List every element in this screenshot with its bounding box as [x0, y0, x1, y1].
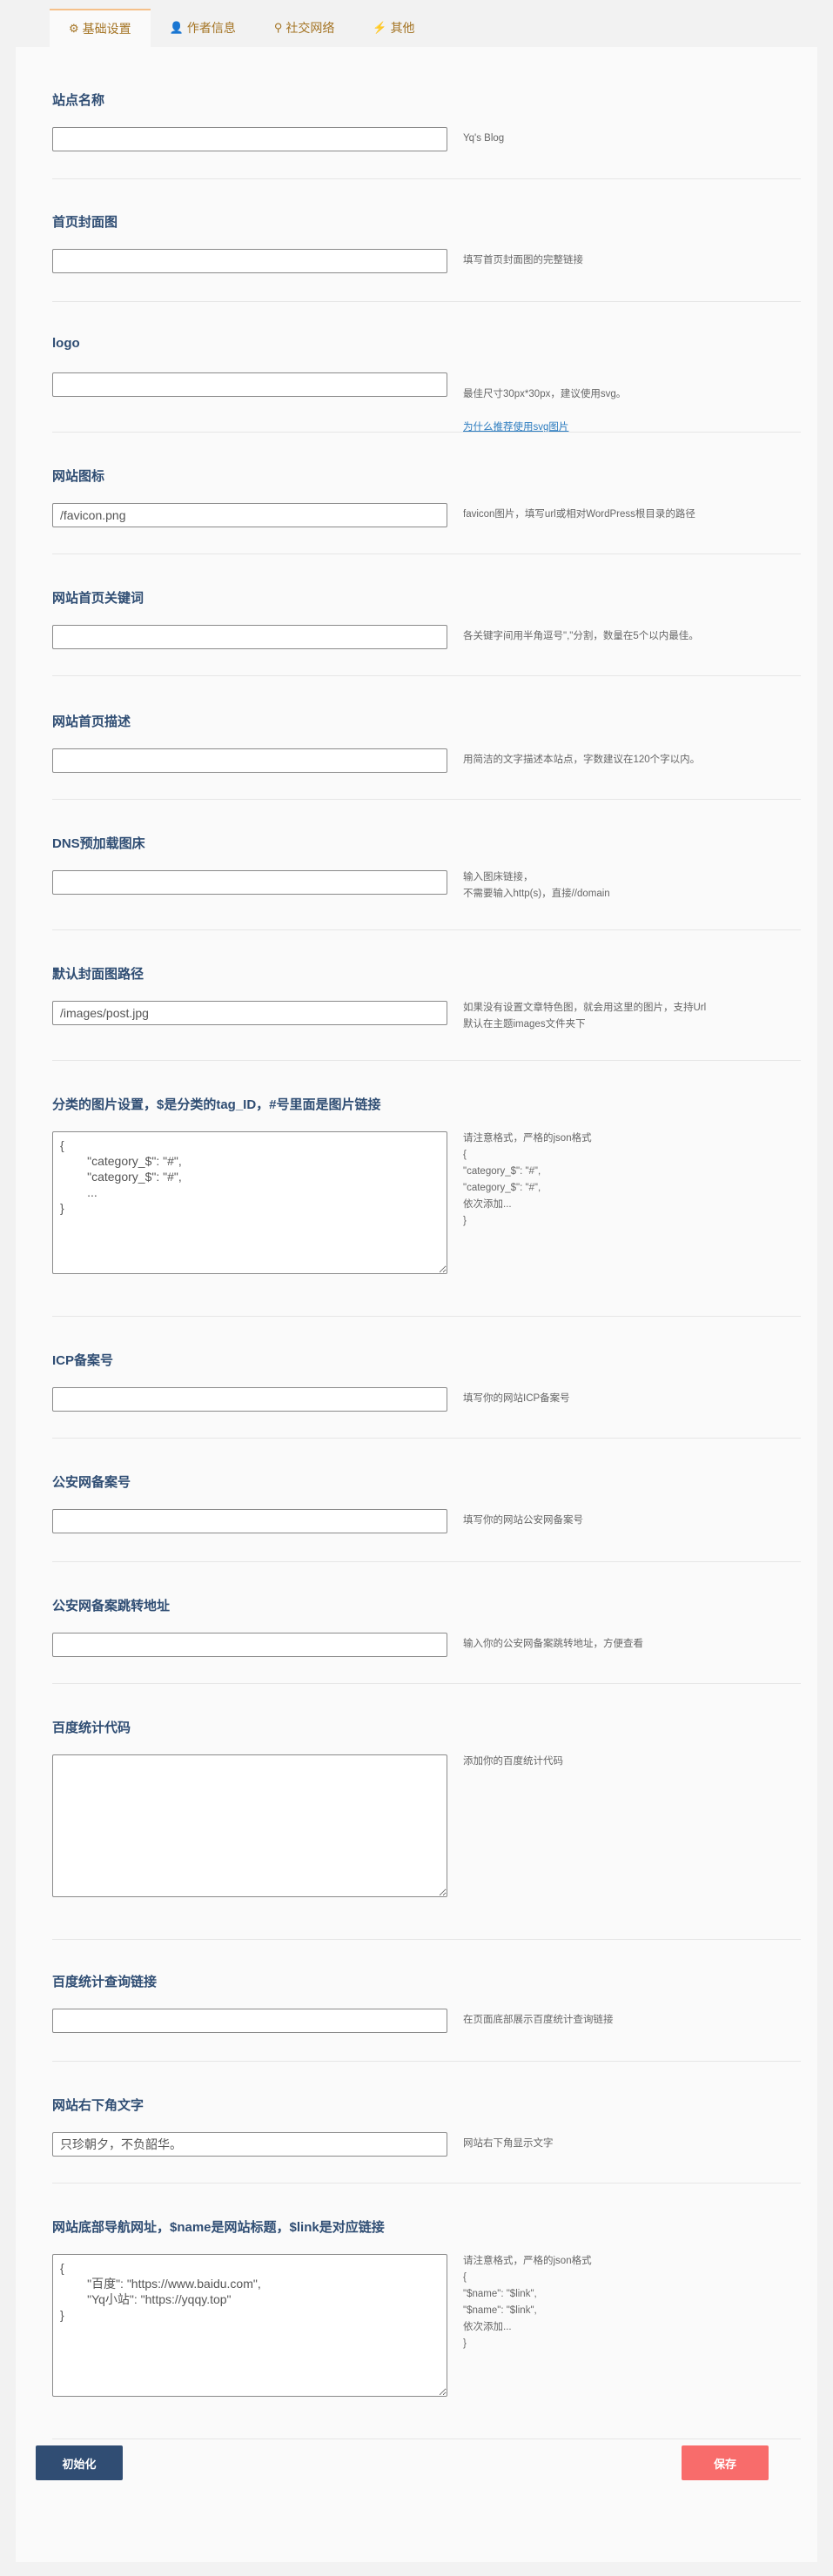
divider [52, 2183, 801, 2184]
field-baidu-stats-link: 百度统计查询链接 在页面底部展示百度统计查询链接 [52, 1972, 801, 2033]
field-footer-nav: 网站底部导航网址，$name是网站标题，$link是对应链接 { "百度": "… [52, 2217, 801, 2397]
divider [52, 178, 801, 179]
baidu-stats-code-textarea[interactable] [52, 1754, 447, 1897]
site-name-input[interactable] [52, 127, 447, 151]
divider [52, 675, 801, 676]
field-description: 网站右下角显示文字 [463, 2138, 554, 2149]
field-label: DNS预加载图床 [52, 836, 145, 851]
divider [52, 553, 801, 554]
field-site-name: 站点名称 Yq's Blog [52, 91, 801, 151]
favicon-input[interactable] [52, 503, 447, 527]
field-label: 网站首页描述 [52, 714, 131, 729]
field-description: 填写你的网站ICP备案号 [463, 1393, 570, 1404]
field-label: 分类的图片设置，$是分类的tag_ID，#号里面是图片链接 [52, 1097, 381, 1112]
footer-nav-textarea[interactable]: { "百度": "https://www.baidu.com", "Yq小站":… [52, 2254, 447, 2397]
field-label: 百度统计查询链接 [52, 1975, 158, 1989]
field-favicon: 网站图标 favicon图片，填写url或相对WordPress根目录的路径 [52, 466, 801, 527]
divider [52, 2061, 801, 2062]
divider [52, 432, 801, 433]
field-label: 站点名称 [52, 93, 105, 108]
logo-description-text: 最佳尺寸30px*30px，建议使用svg。 [463, 389, 627, 399]
field-icp: ICP备案号 填写你的网站ICP备案号 [52, 1351, 801, 1412]
reset-button[interactable]: 初始化 [36, 2445, 123, 2480]
field-description: 各关键字间用半角逗号","分割，数量在5个以内最佳。 [463, 631, 699, 641]
share-icon: ⚲ [273, 21, 283, 34]
divider [52, 929, 801, 930]
field-description: 如果没有设置文章特色图，就会用这里的图片，支持Url 默认在主题images文件… [463, 1003, 707, 1030]
divider [52, 1939, 801, 1940]
field-description: 填写首页封面图的完整链接 [463, 255, 583, 265]
settings-tabs: ⚙ 基础设置 👤 作者信息 ⚲ 社交网络 ⚡ 其他 [50, 9, 434, 47]
divider [52, 1561, 801, 1562]
category-images-textarea[interactable]: { "category_$": "#", "category_$": "#", … [52, 1131, 447, 1274]
bolt-icon: ⚡ [373, 21, 387, 34]
field-label: 网站首页关键词 [52, 591, 144, 606]
field-description: Yq's Blog [463, 133, 505, 144]
divider [52, 1438, 801, 1439]
field-label: 首页封面图 [52, 215, 118, 230]
tab-label: 作者信息 [186, 21, 236, 35]
divider [52, 301, 801, 302]
divider [52, 1060, 801, 1061]
field-description: 添加你的百度统计代码 [463, 1756, 563, 1767]
field-label: 公安网备案号 [52, 1475, 131, 1490]
dns-prefetch-input[interactable] [52, 870, 447, 895]
tab-label: 社交网络 [286, 21, 335, 35]
field-home-cover: 首页封面图 填写首页封面图的完整链接 [52, 212, 801, 273]
police-record-url-input[interactable] [52, 1633, 447, 1657]
tab-social-network[interactable]: ⚲ 社交网络 [255, 9, 354, 47]
divider [52, 2438, 801, 2439]
field-label: 公安网备案跳转地址 [52, 1599, 171, 1613]
tab-label: 基础设置 [82, 22, 131, 36]
field-description: 请注意格式，严格的json格式 { "category_$": "#", "ca… [463, 1133, 592, 1226]
tab-label: 其他 [390, 21, 415, 35]
tab-basic-settings[interactable]: ⚙ 基础设置 [50, 9, 151, 47]
logo-input[interactable] [52, 372, 447, 397]
field-description: 填写你的网站公安网备案号 [463, 1515, 583, 1526]
field-description: 请注意格式，严格的json格式 { "$name": "$link", "$na… [463, 2256, 592, 2349]
field-corner-text: 网站右下角文字 网站右下角显示文字 [52, 2096, 801, 2157]
police-record-input[interactable] [52, 1509, 447, 1533]
field-default-cover: 默认封面图路径 如果没有设置文章特色图，就会用这里的图片，支持Url 默认在主题… [52, 964, 801, 1030]
field-label: 百度统计代码 [52, 1721, 131, 1735]
field-description: 输入图床链接， 不需要输入http(s)，直接//domain [463, 872, 610, 899]
field-label: logo [52, 336, 80, 351]
field-description: 在页面底部展示百度统计查询链接 [463, 2015, 614, 2025]
tab-other[interactable]: ⚡ 其他 [353, 9, 433, 47]
icp-input[interactable] [52, 1387, 447, 1412]
divider [52, 1316, 801, 1317]
field-description: favicon图片，填写url或相对WordPress根目录的路径 [463, 509, 695, 520]
field-description: 最佳尺寸30px*30px，建议使用svg。 为什么推荐使用svg图片 [463, 370, 794, 436]
field-home-description: 网站首页描述 用简洁的文字描述本站点，字数建议在120个字以内。 [52, 712, 801, 773]
field-dns-prefetch: DNS预加载图床 输入图床链接， 不需要输入http(s)，直接//domain [52, 834, 801, 899]
divider [52, 799, 801, 800]
settings-panel: 站点名称 Yq's Blog 首页封面图 填写首页封面图的完整链接 logo 最… [16, 47, 817, 2562]
tab-author-info[interactable]: 👤 作者信息 [151, 9, 255, 47]
save-button[interactable]: 保存 [682, 2445, 769, 2480]
field-description: 输入你的公安网备案跳转地址，方便查看 [463, 1639, 643, 1649]
description-input[interactable] [52, 748, 447, 773]
home-cover-input[interactable] [52, 249, 447, 273]
field-logo: logo 最佳尺寸30px*30px，建议使用svg。 为什么推荐使用svg图片 [52, 336, 801, 433]
corner-text-input[interactable] [52, 2132, 447, 2157]
field-police-record: 公安网备案号 填写你的网站公安网备案号 [52, 1472, 801, 1533]
keywords-input[interactable] [52, 625, 447, 649]
field-police-record-url: 公安网备案跳转地址 输入你的公安网备案跳转地址，方便查看 [52, 1596, 801, 1657]
field-category-images: 分类的图片设置，$是分类的tag_ID，#号里面是图片链接 { "categor… [52, 1095, 801, 1274]
field-label: ICP备案号 [52, 1353, 114, 1368]
field-label: 网站右下角文字 [52, 2098, 144, 2113]
field-label: 网站图标 [52, 469, 105, 484]
user-icon: 👤 [169, 21, 184, 34]
field-home-keywords: 网站首页关键词 各关键字间用半角逗号","分割，数量在5个以内最佳。 [52, 588, 801, 649]
field-label: 网站底部导航网址，$name是网站标题，$link是对应链接 [52, 2220, 385, 2235]
field-label: 默认封面图路径 [52, 967, 144, 982]
gear-icon: ⚙ [69, 22, 79, 35]
field-description: 用简洁的文字描述本站点，字数建议在120个字以内。 [463, 755, 701, 765]
default-cover-input[interactable] [52, 1001, 447, 1025]
divider [52, 1683, 801, 1684]
baidu-stats-link-input[interactable] [52, 2009, 447, 2033]
field-baidu-stats-code: 百度统计代码 添加你的百度统计代码 [52, 1718, 801, 1897]
